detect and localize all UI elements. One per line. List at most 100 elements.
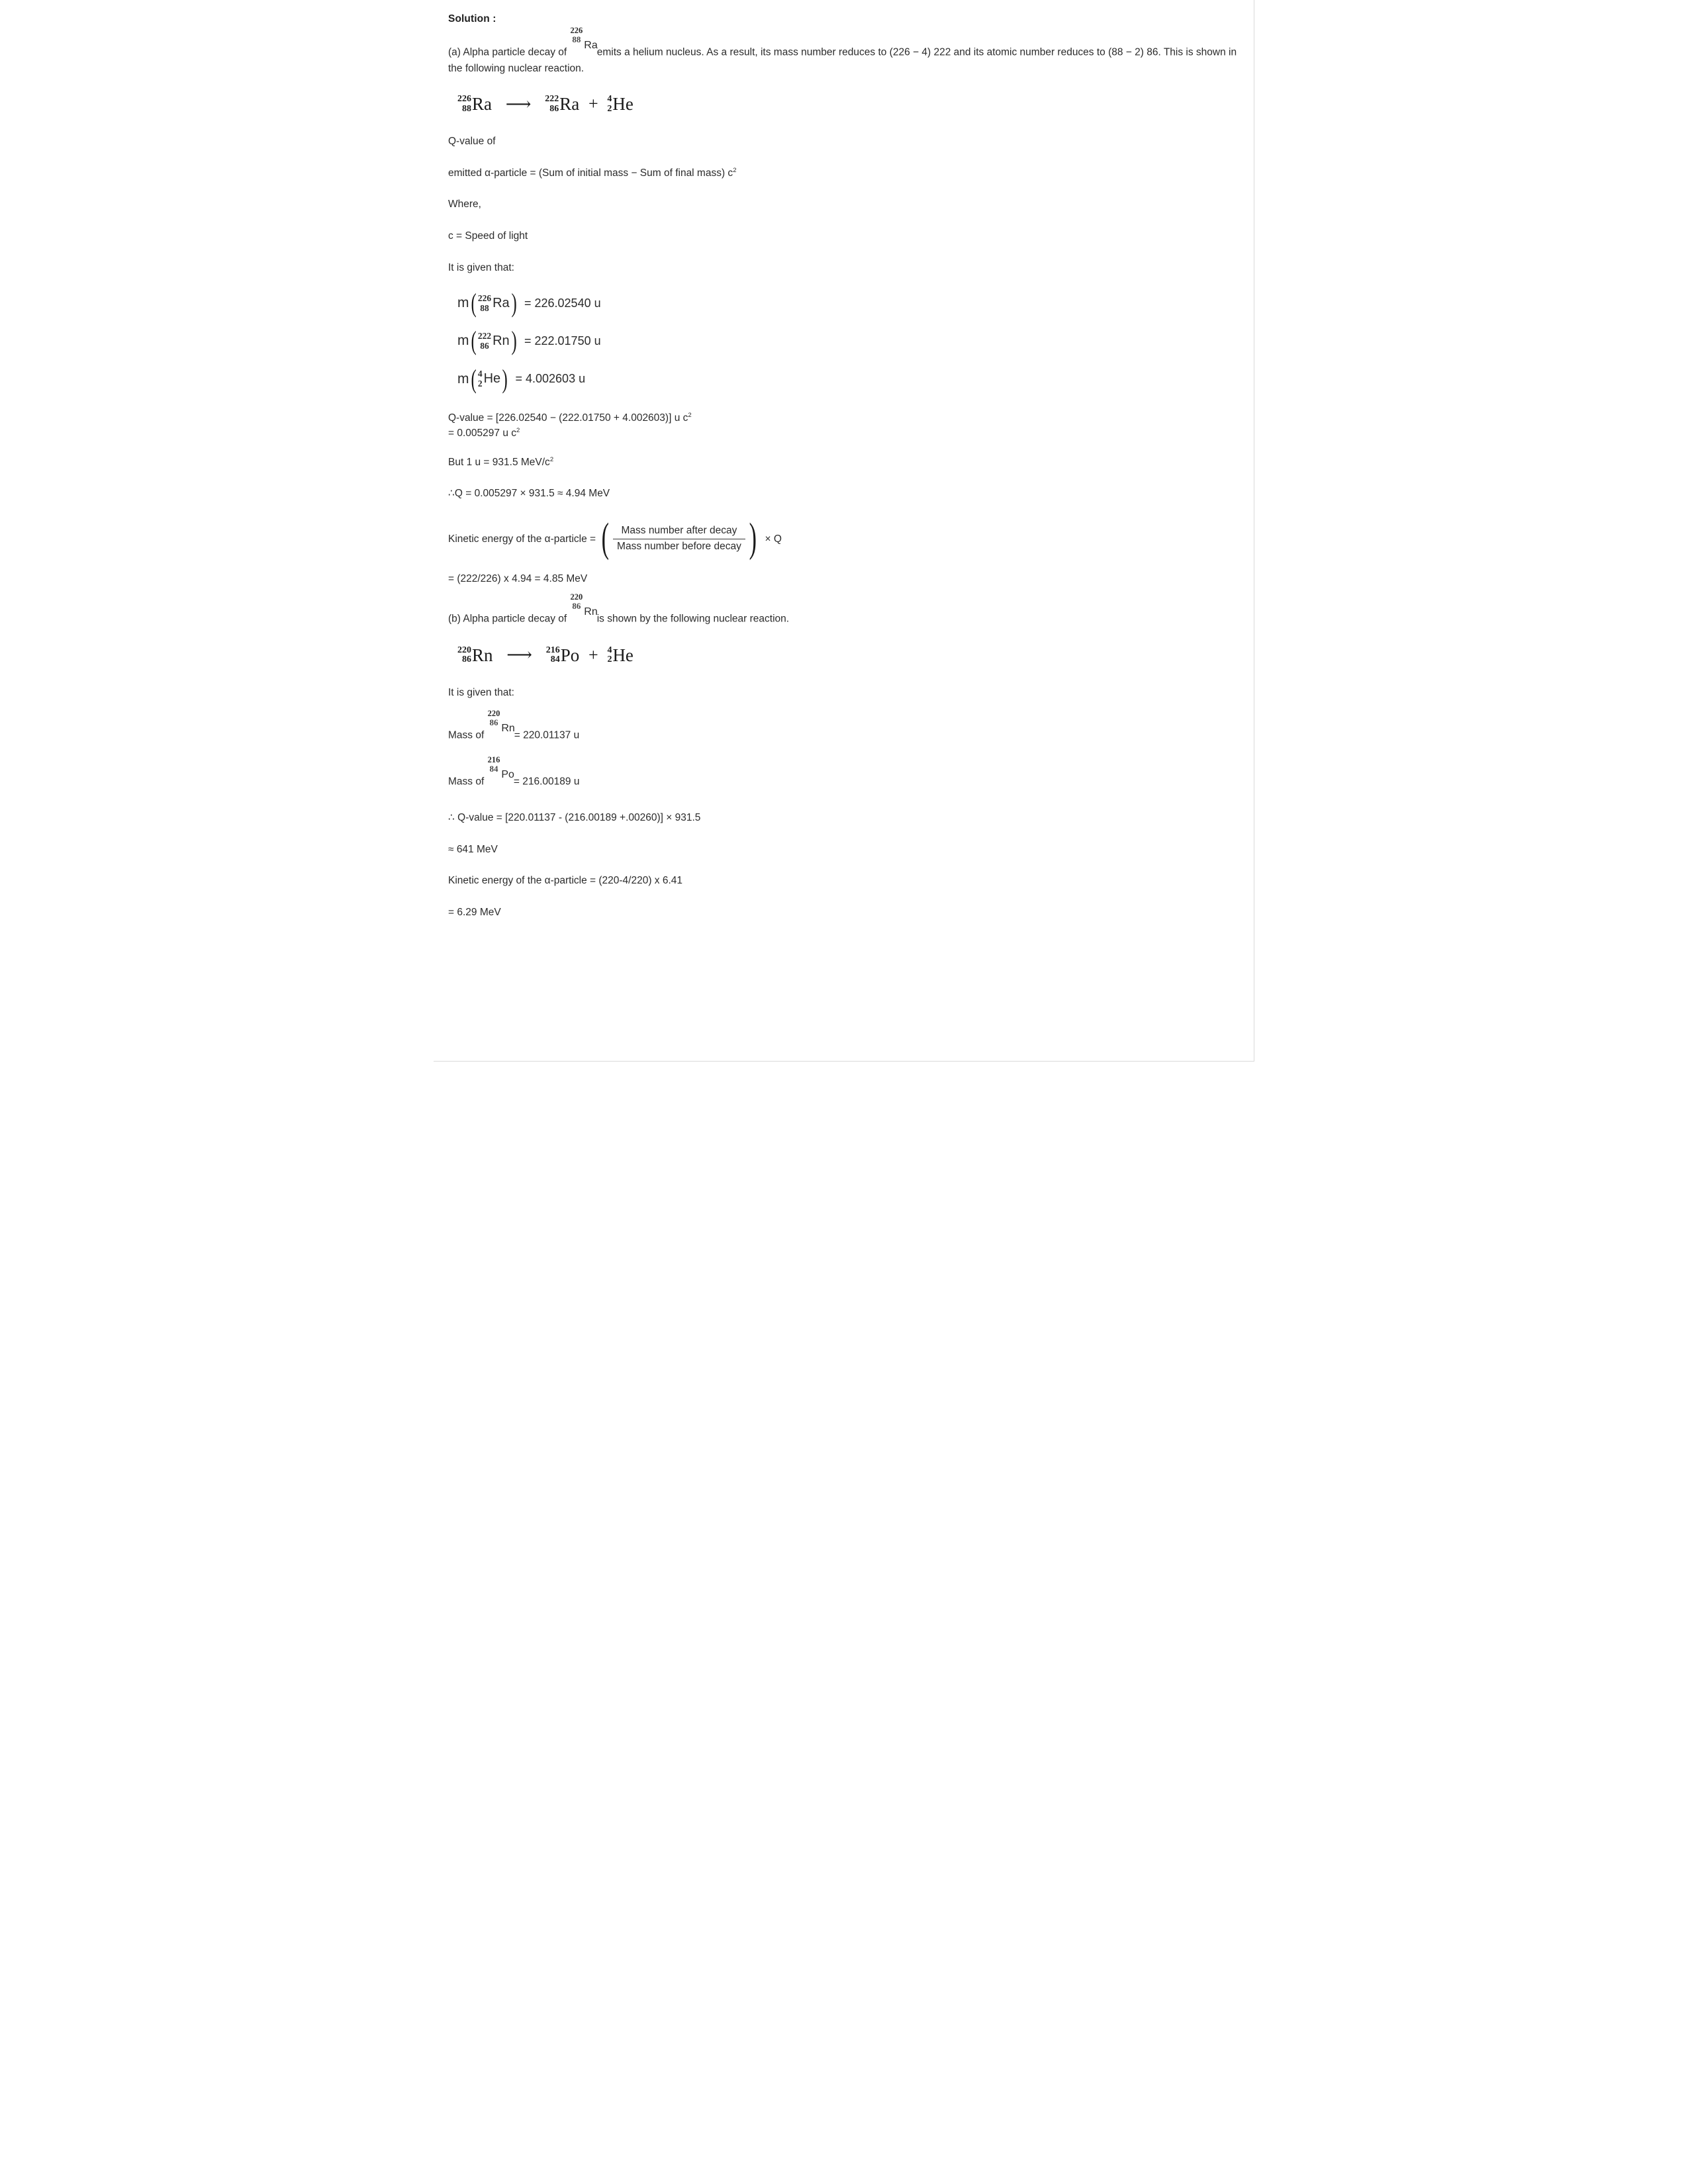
atomic-number: 86 [549, 103, 559, 114]
reaction-a-product-1: 222 86 Ra [545, 94, 579, 114]
mass-number: 216 [545, 645, 560, 655]
mass-line-rn222: m(222 86 Rn) = 222.01750 u [457, 326, 1239, 356]
part-b-reaction-equation: 220 86 Rn ⟶ 216 84 Po + 4 2 He [457, 645, 1239, 665]
atomic-number: 84 [550, 655, 560, 665]
nuclide-symbol: Po [501, 768, 514, 780]
unit-conversion: But 1 u = 931.5 MeV/c2 [448, 455, 1239, 471]
document-page: Solution : (a) Alpha particle decay of 2… [434, 0, 1254, 1062]
atomic-number: 86 [480, 340, 489, 351]
part-b-q-result: ≈ 641 MeV [448, 843, 498, 855]
atomic-number: 2 [607, 655, 612, 665]
element-symbol: He [612, 94, 633, 114]
reaction-b-product-1: 216 84 Po [546, 645, 580, 664]
part-b-ke-line: Kinetic energy of the α-particle = (220-… [448, 875, 683, 887]
fraction-denominator: Mass number before decay [613, 538, 745, 554]
kinetic-energy-label: Kinetic energy of the α-particle = [448, 533, 596, 545]
unit-conversion-text: But 1 u = 931.5 MeV/c [448, 456, 550, 468]
part-b-intro-suffix: is shown by the following nuclear reacti… [596, 613, 790, 625]
part-a-intro-suffix: emits a helium nucleus. As a result, its… [448, 46, 1237, 74]
reaction-b-reactant: 220 86 Rn [457, 645, 493, 664]
left-paren: ( [471, 288, 477, 318]
exponent-2: 2 [549, 455, 554, 463]
element-symbol: He [612, 645, 633, 665]
exponent-2: 2 [516, 427, 520, 435]
nuclide-atomic-number: 86 [489, 717, 498, 727]
atomic-number: 88 [462, 103, 471, 114]
qvalue-label: Q-value of [448, 136, 496, 148]
mass-number: 226 [477, 293, 492, 303]
mass-number: 4 [607, 94, 612, 105]
mass-function-m: m [457, 371, 469, 387]
element-symbol: Rn [472, 645, 493, 665]
reaction-arrow-icon: ⟶ [505, 93, 532, 114]
element-symbol: Rn [492, 333, 510, 348]
right-paren: ) [511, 288, 517, 318]
mass-number: 220 [457, 645, 471, 655]
part-b-intro-paragraph: (b) Alpha particle decay of 220 86 Rnis sh… [448, 593, 1239, 627]
qvalue-definition: emitted α-particle = (Sum of initial mas… [448, 165, 1239, 181]
times-q-factor: × Q [765, 533, 782, 545]
mass-number: 222 [477, 330, 492, 341]
part-b-qvalue-calculation: ∴ Q-value = [220.01137 - (216.00189 +.00… [448, 812, 701, 824]
reaction-a-product-2: 4 2 He [607, 94, 633, 114]
right-paren: ) [511, 326, 517, 356]
mass-line-he4: m(4 2 He) = 4.002603 u [457, 363, 1239, 394]
mass-function-m: m [457, 333, 469, 349]
nuclide-mass-number: 226 [570, 26, 583, 35]
left-paren: ( [471, 326, 477, 356]
mass-of-rn220-line: Mass of 220 86 Rn= 220.01137 u [448, 709, 1239, 744]
mass-value: = 216.00189 u [513, 776, 580, 788]
nuclide-atomic-number: 84 [489, 763, 498, 774]
left-paren: ( [602, 515, 610, 561]
fraction-numerator: Mass number after decay [621, 524, 737, 536]
mass-value: = 4.002603 u [515, 372, 586, 386]
part-a-q-result: ∴Q = 0.005297 × 931.5 ≈ 4.94 MeV [448, 488, 610, 500]
exponent-2: 2 [688, 411, 692, 419]
part-a-intro-prefix: (a) Alpha particle decay of [448, 46, 567, 58]
nuclide-symbol: Ra [584, 39, 598, 51]
right-paren: ) [502, 363, 508, 394]
part-b-ke-result: = 6.29 MeV [448, 906, 501, 918]
mass-number: 4 [607, 645, 612, 655]
part-b-given-label: It is given that: [448, 686, 514, 698]
atomic-number: 2 [477, 379, 483, 389]
nuclide-mass-number: 216 [487, 755, 500, 765]
part-a-intro-paragraph: (a) Alpha particle decay of 226 88 Raemits… [448, 26, 1239, 76]
mass-of-label: Mass of [448, 729, 485, 741]
mass-value: = 220.01137 u [514, 729, 580, 741]
element-symbol: Ra [492, 295, 510, 310]
mass-number: 226 [457, 94, 471, 105]
part-b-intro-prefix: (b) Alpha particle decay of [448, 613, 567, 625]
element-symbol: Po [560, 645, 580, 665]
part-a-ke-result: = (222/226) x 4.94 = 4.85 MeV [448, 572, 588, 584]
atomic-number: 86 [462, 655, 471, 665]
nuclide-symbol: Rn [584, 606, 598, 617]
nuclide-symbol: Rn [501, 722, 515, 734]
right-paren: ) [749, 515, 757, 561]
element-symbol: Ra [559, 94, 580, 114]
mass-number: 222 [545, 94, 559, 105]
exponent-2: 2 [733, 166, 737, 174]
mass-line-ra226: m(226 88 Ra) = 226.02540 u [457, 288, 1239, 318]
mass-value: = 226.02540 u [524, 296, 601, 310]
left-paren: ( [471, 363, 477, 394]
reaction-b-product-2: 4 2 He [607, 645, 633, 664]
nuclide-atomic-number: 86 [572, 600, 581, 611]
inline-nuclide-rn220: 220 86 Rn [571, 593, 598, 627]
element-symbol: He [483, 371, 501, 387]
nuclide-atomic-number: 88 [572, 34, 581, 44]
mass-of-label: Mass of [448, 776, 485, 788]
reaction-arrow-icon: ⟶ [506, 645, 532, 665]
mass-function-m: m [457, 295, 469, 311]
inline-nuclide-po216: 216 84 Po [488, 756, 514, 790]
where-label: Where, [448, 199, 481, 210]
speed-of-light-definition: c = Speed of light [448, 230, 528, 242]
part-a-reaction-equation: 226 88 Ra ⟶ 222 86 Ra + 4 2 He [457, 93, 1239, 114]
page-title: Solution : [448, 13, 496, 24]
qvalue-calc-line-2: = 0.005297 u c [448, 428, 516, 439]
reaction-plus-sign: + [588, 645, 598, 664]
part-a-given-label: It is given that: [448, 261, 514, 273]
mass-number-ratio-fraction: Mass number after decay Mass number befor… [613, 524, 745, 554]
kinetic-energy-expression: Kinetic energy of the α-particle = (Mass… [448, 515, 1239, 561]
nuclide-mass-number: 220 [570, 592, 583, 602]
